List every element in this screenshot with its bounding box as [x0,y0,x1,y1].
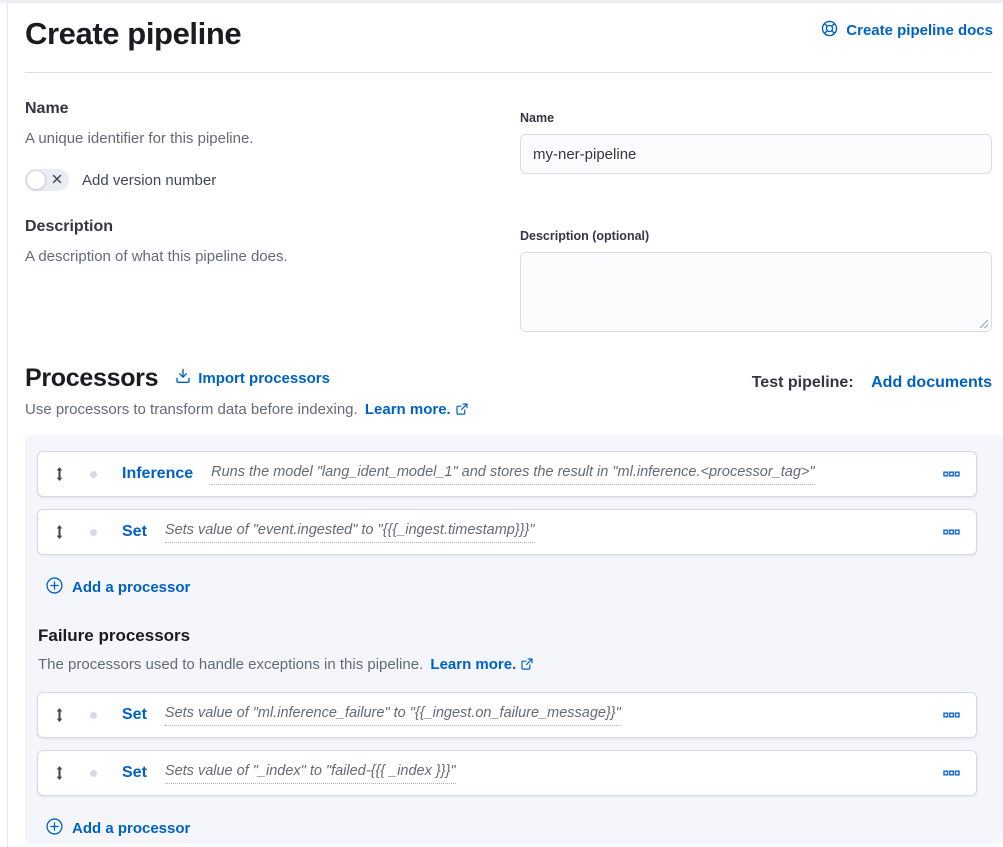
failure-processor-row-set-2: Set Sets value of "_index" to "failed-{{… [37,750,977,796]
drag-handle-icon[interactable] [52,524,67,540]
version-toggle-row: Add version number [25,169,490,191]
processors-subtitle: Use processors to transform data before … [25,400,992,421]
drag-handle-icon[interactable] [52,466,67,482]
description-field-group: Description (optional) [520,217,992,332]
page-header: Create pipeline Create pipeline docs [0,0,1003,54]
test-pipeline-group: Test pipeline: Add documents [752,372,992,394]
pipeline-description-textarea[interactable] [520,252,992,332]
plus-in-circle-icon [46,577,63,598]
processor-status-dot [90,712,97,719]
failure-processor-row-set-1: Set Sets value of "ml.inference_failure"… [37,692,977,738]
processor-status-dot [90,529,97,536]
add-version-toggle-label: Add version number [82,172,216,189]
add-failure-processor-label: Add a processor [72,820,190,837]
help-life-ring-icon [821,20,838,41]
failure-processors-subtitle: The processors used to handle exceptions… [38,655,977,676]
external-link-icon [456,402,468,419]
add-processor-link[interactable]: Add a processor [46,577,190,598]
processors-subtitle-text: Use processors to transform data before … [25,401,358,418]
processors-header: Processors Import processors Test pipeli… [25,362,992,394]
processors-panel: Inference Runs the model "lang_ident_mod… [25,435,1003,844]
name-field-group: Name [520,99,992,191]
processor-more-button[interactable] [941,763,962,783]
page-left-edge [7,3,8,847]
processor-description: Sets value of "event.ingested" to "{{{_i… [165,522,535,543]
toggle-knob [26,170,46,190]
processors-title: Processors [25,362,158,394]
processor-more-button[interactable] [941,522,962,542]
processor-more-button[interactable] [941,464,962,484]
import-tray-down-arrow-icon [175,368,191,388]
processor-status-dot [90,770,97,777]
add-documents-link[interactable]: Add documents [871,374,992,391]
processors-learn-more-link[interactable]: Learn more. [365,401,451,418]
add-processor-label: Add a processor [72,579,190,596]
name-section-info: Name A unique identifier for this pipeli… [25,99,520,191]
description-form-row: Description A description of what this p… [25,217,992,332]
x-mark-icon [51,173,63,188]
failure-processors-title: Failure processors [38,625,977,647]
page-top-edge [0,0,1003,3]
drag-handle-icon[interactable] [52,707,67,723]
processor-status-dot [90,471,97,478]
header-divider [25,72,992,73]
failure-learn-more-link[interactable]: Learn more. [430,656,516,673]
description-section-info: Description A description of what this p… [25,217,520,332]
processor-row-inference: Inference Runs the model "lang_ident_mod… [37,451,977,497]
failure-subtitle-text: The processors used to handle exceptions… [38,656,423,673]
description-section-help: A description of what this pipeline does… [25,247,490,267]
name-section-help: A unique identifier for this pipeline. [25,129,490,149]
import-processors-link[interactable]: Import processors [175,368,330,388]
name-field-label: Name [520,110,992,126]
page-title: Create pipeline [25,14,241,54]
processor-description: Runs the model "lang_ident_model_1" and … [211,464,814,485]
processor-name-link[interactable]: Set [122,764,147,782]
test-pipeline-label: Test pipeline: [752,374,854,391]
processor-description: Sets value of "ml.inference_failure" to … [165,705,621,726]
processor-row-set: Set Sets value of "event.ingested" to "{… [37,509,977,555]
external-link-icon [521,657,533,674]
processor-name-link[interactable]: Set [122,523,147,541]
import-processors-label: Import processors [198,370,330,387]
name-section-title: Name [25,99,490,119]
processor-name-link[interactable]: Inference [122,465,193,483]
pipeline-name-input[interactable] [520,134,992,174]
add-version-toggle[interactable] [25,169,69,191]
name-form-row: Name A unique identifier for this pipeli… [25,99,992,191]
drag-handle-icon[interactable] [52,765,67,781]
processor-description: Sets value of "_index" to "failed-{{{ _i… [165,763,456,784]
description-field-label: Description (optional) [520,228,992,244]
add-failure-processor-link[interactable]: Add a processor [46,818,190,839]
processor-name-link[interactable]: Set [122,706,147,724]
plus-in-circle-icon [46,818,63,839]
create-pipeline-docs-label: Create pipeline docs [846,22,993,39]
textarea-resize-handle[interactable] [978,318,989,329]
description-section-title: Description [25,217,490,237]
processor-more-button[interactable] [941,705,962,725]
create-pipeline-docs-link[interactable]: Create pipeline docs [821,20,993,41]
